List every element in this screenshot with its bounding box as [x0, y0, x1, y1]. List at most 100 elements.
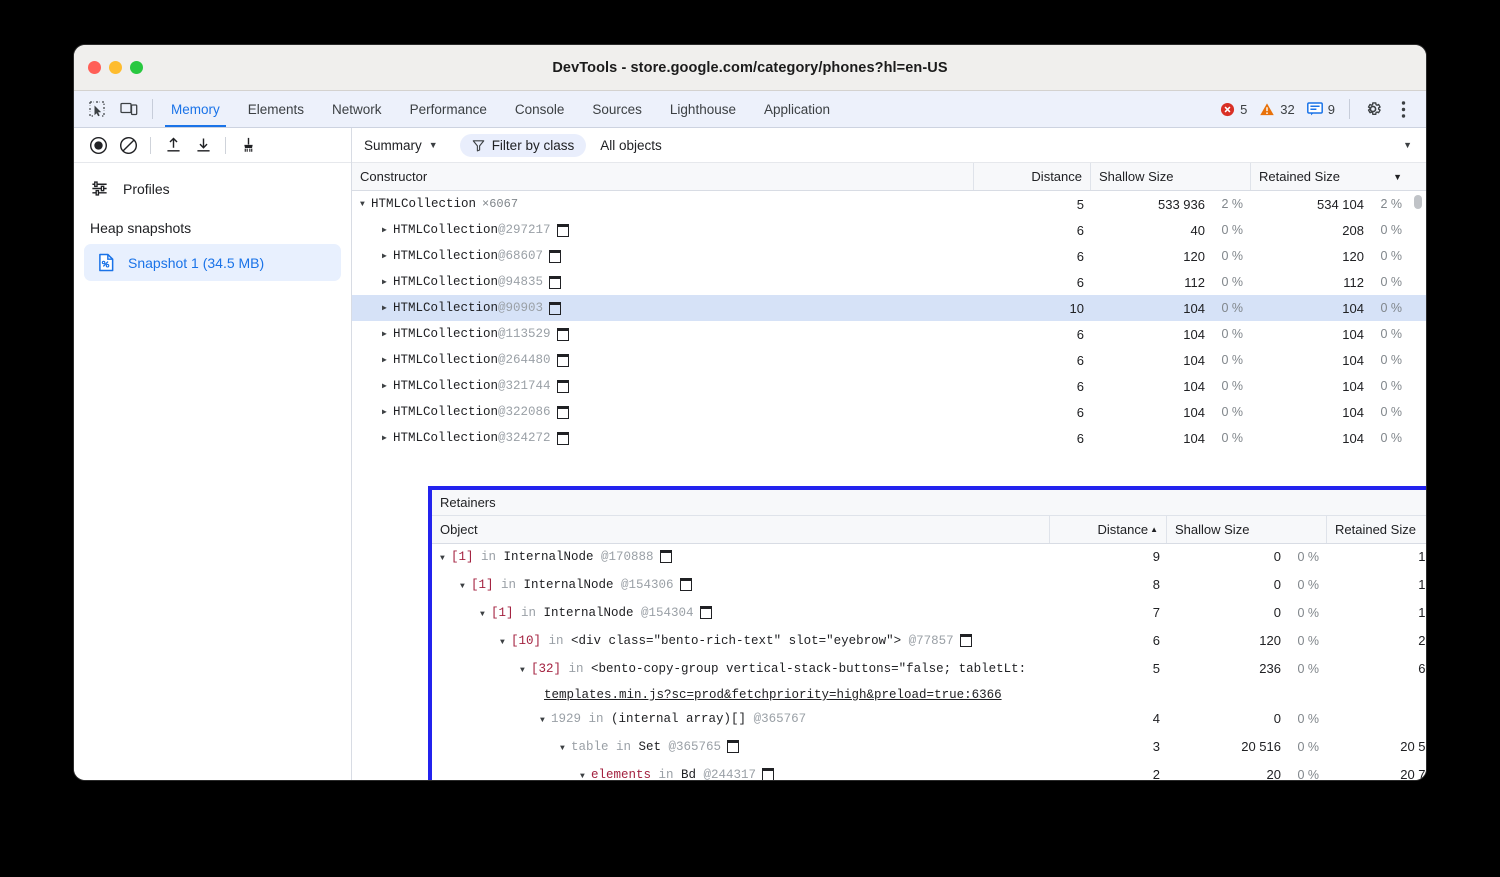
tab-console[interactable]: Console: [501, 91, 579, 127]
gear-icon[interactable]: [1360, 96, 1386, 122]
object-id: @365765: [661, 740, 721, 754]
object-id: @170888: [594, 550, 654, 564]
tab-memory[interactable]: Memory: [157, 91, 234, 127]
value: 104: [1342, 327, 1364, 342]
tab-elements[interactable]: Elements: [234, 91, 318, 127]
objects-filter-select[interactable]: All objects: [600, 138, 662, 153]
object-cell: [32] in <bento-copy-group vertical-stack…: [432, 656, 1052, 706]
shallow-size-cell: 1040 %: [1092, 379, 1251, 394]
tab-application[interactable]: Application: [750, 91, 844, 127]
in-keyword: in: [609, 740, 639, 754]
object-id: @90903: [498, 301, 543, 315]
warning-counter[interactable]: 32: [1255, 102, 1298, 117]
table-row[interactable]: elements in Bd @2443172200 %20 7320 %: [432, 762, 1426, 780]
message-counter[interactable]: 9: [1303, 102, 1339, 117]
twisty-open-icon[interactable]: [360, 200, 371, 209]
twisty-open-icon[interactable]: [580, 764, 591, 780]
dom-node-icon: [660, 550, 672, 563]
twisty-open-icon[interactable]: [500, 630, 511, 656]
table-row[interactable]: [1] in InternalNode @170888900 %1040 %: [432, 544, 1426, 572]
table-row[interactable]: HTMLCollection @6860761200 %1200 %: [352, 243, 1426, 269]
retained-size-cell: 1040 %: [1251, 405, 1410, 420]
target-object-name: Bd: [681, 768, 696, 780]
tab-performance[interactable]: Performance: [396, 91, 501, 127]
constructors-scrollbar-thumb[interactable]: [1414, 195, 1422, 209]
table-row[interactable]: [1] in InternalNode @154306800 %1040 %: [432, 572, 1426, 600]
dom-node-icon: [557, 224, 569, 237]
table-row[interactable]: HTMLCollection×60675533 9362 %534 1042 %: [352, 191, 1426, 217]
column-header-distance[interactable]: Distance: [974, 163, 1091, 190]
edge-name: [1]: [451, 550, 474, 564]
in-keyword: in: [651, 768, 681, 780]
objects-filter-chevron-down-icon[interactable]: ▼: [1403, 141, 1418, 150]
table-row[interactable]: HTMLCollection @32208661040 %1040 %: [352, 399, 1426, 425]
twisty-closed-icon[interactable]: [382, 433, 393, 443]
dom-node-icon: [557, 328, 569, 341]
twisty-closed-icon[interactable]: [382, 225, 393, 235]
object-cell: [1] in InternalNode @170888: [432, 544, 1052, 572]
device-toolbar-icon[interactable]: [116, 96, 142, 122]
clear-icon[interactable]: [114, 132, 142, 158]
minimize-window-button[interactable]: [109, 61, 122, 74]
view-select-value: Summary: [364, 138, 422, 153]
filter-by-class-input[interactable]: Filter by class: [460, 134, 587, 157]
column-header-constructor[interactable]: Constructor: [352, 163, 974, 190]
table-row[interactable]: [10] in <div class="bento-rich-text" slo…: [432, 628, 1426, 656]
twisty-closed-icon[interactable]: [382, 355, 393, 365]
column-header-object[interactable]: Object: [432, 516, 1050, 543]
table-row[interactable]: [1] in InternalNode @154304700 %1040 %: [432, 600, 1426, 628]
twisty-open-icon[interactable]: [440, 546, 451, 572]
table-row[interactable]: HTMLCollection @32427261040 %1040 %: [352, 425, 1426, 451]
table-row[interactable]: [32] in <bento-copy-group vertical-stack…: [432, 656, 1426, 706]
sidebar-item-profiles[interactable]: Profiles: [74, 171, 351, 206]
view-select[interactable]: Summary ▼: [360, 138, 442, 153]
twisty-closed-icon[interactable]: [382, 303, 393, 313]
table-row[interactable]: HTMLCollection @9483561120 %1120 %: [352, 269, 1426, 295]
value: 0: [1274, 600, 1281, 626]
kebab-menu-icon[interactable]: [1390, 96, 1416, 122]
download-icon[interactable]: [189, 132, 217, 158]
table-row[interactable]: HTMLCollection @11352961040 %1040 %: [352, 321, 1426, 347]
distance-cell: 2: [1052, 762, 1168, 780]
record-icon[interactable]: [84, 132, 112, 158]
twisty-closed-icon[interactable]: [382, 277, 393, 287]
twisty-open-icon[interactable]: [460, 574, 471, 600]
retainers-title-bar: Retainers: [432, 490, 1426, 516]
column-header-shallow-size[interactable]: Shallow Size: [1091, 163, 1251, 190]
column-header-retained-size[interactable]: Retained Size ▼: [1251, 163, 1410, 190]
maximize-window-button[interactable]: [130, 61, 143, 74]
broom-icon[interactable]: [234, 132, 262, 158]
twisty-closed-icon[interactable]: [382, 407, 393, 417]
twisty-closed-icon[interactable]: [382, 381, 393, 391]
twisty-closed-icon[interactable]: [382, 251, 393, 261]
table-row[interactable]: HTMLCollection @32174461040 %1040 %: [352, 373, 1426, 399]
edge-name: elements: [591, 768, 651, 780]
percent: 0 %: [1281, 656, 1319, 682]
twisty-open-icon[interactable]: [560, 736, 571, 762]
close-window-button[interactable]: [88, 61, 101, 74]
error-counter[interactable]: 5: [1216, 102, 1251, 117]
column-header-retained-size[interactable]: Retained Size: [1327, 516, 1426, 543]
table-row[interactable]: HTMLCollection @26448061040 %1040 %: [352, 347, 1426, 373]
table-row[interactable]: table in Set @365765320 5160 %20 5160 %: [432, 734, 1426, 762]
tab-network[interactable]: Network: [318, 91, 396, 127]
chevron-down-icon: ▼: [429, 141, 438, 150]
value: 20 516: [1241, 734, 1281, 760]
column-header-distance[interactable]: Distance ▲: [1050, 516, 1167, 543]
object-cell: [10] in <div class="bento-rich-text" slo…: [432, 628, 1052, 656]
twisty-open-icon[interactable]: [520, 658, 531, 684]
column-header-shallow-size[interactable]: Shallow Size: [1167, 516, 1327, 543]
table-row[interactable]: HTMLCollection @2972176400 %2080 %: [352, 217, 1426, 243]
upload-icon[interactable]: [159, 132, 187, 158]
sidebar-item-snapshot-1[interactable]: Snapshot 1 (34.5 MB): [84, 244, 341, 281]
twisty-open-icon[interactable]: [540, 708, 551, 734]
inspect-element-icon[interactable]: [84, 96, 110, 122]
value: 0: [1274, 706, 1281, 732]
tab-sources[interactable]: Sources: [578, 91, 656, 127]
tab-lighthouse[interactable]: Lighthouse: [656, 91, 750, 127]
source-link[interactable]: templates.min.js?sc=prod&fetchpriority=h…: [544, 688, 1002, 702]
twisty-open-icon[interactable]: [480, 602, 491, 628]
table-row[interactable]: 1929 in (internal array)[] @365767400 %0…: [432, 706, 1426, 734]
twisty-closed-icon[interactable]: [382, 329, 393, 339]
table-row[interactable]: HTMLCollection @90903101040 %1040 %: [352, 295, 1426, 321]
